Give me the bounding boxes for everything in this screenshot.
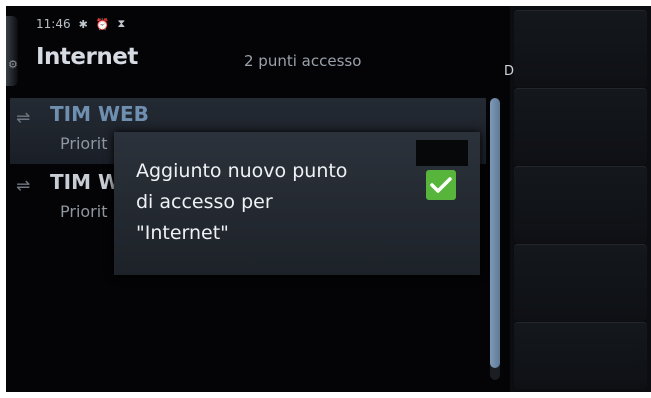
panel-tile[interactable] bbox=[514, 322, 647, 389]
arrows-icon: ⇌ bbox=[16, 108, 31, 128]
popup-message: Aggiunto nuovo punto di accesso per "Int… bbox=[136, 160, 348, 244]
status-bar: 11:46 ✱ ⏰ ⧗ bbox=[36, 14, 125, 34]
checkmark-icon bbox=[426, 170, 456, 200]
panel-tile[interactable] bbox=[514, 244, 647, 321]
popup-tab bbox=[416, 140, 468, 166]
phone-screen: ⚙ 11:46 ✱ ⏰ ⧗ Internet 2 punti accesso ⇌… bbox=[6, 6, 651, 392]
panel-tile[interactable] bbox=[514, 10, 647, 87]
hourglass-icon: ⧗ bbox=[117, 17, 126, 30]
page-title: Internet bbox=[36, 44, 138, 70]
clock: 11:46 bbox=[36, 17, 71, 31]
panel-tile[interactable] bbox=[514, 88, 647, 165]
edge-label: D bbox=[504, 64, 515, 79]
right-panel: D bbox=[504, 6, 651, 392]
scrollbar-thumb[interactable] bbox=[490, 98, 500, 368]
panel-tile[interactable] bbox=[514, 166, 647, 243]
scrollbar[interactable] bbox=[490, 98, 500, 380]
alarm-icon: ⏰ bbox=[95, 17, 110, 31]
list-item-title: TIM W bbox=[50, 170, 121, 194]
settings-icon: ⚙ bbox=[8, 58, 18, 71]
list-item-subtitle: Priorit bbox=[60, 134, 108, 153]
access-point-count: 2 punti accesso bbox=[244, 52, 362, 70]
left-edge-panel bbox=[6, 16, 18, 86]
confirmation-popup[interactable]: Aggiunto nuovo punto di accesso per "Int… bbox=[114, 132, 480, 275]
arrows-icon: ⇌ bbox=[16, 176, 31, 196]
list-item-subtitle: Priorit bbox=[60, 202, 108, 221]
bluetooth-icon: ✱ bbox=[78, 17, 88, 31]
list-item-title: TIM WEB bbox=[50, 102, 149, 126]
